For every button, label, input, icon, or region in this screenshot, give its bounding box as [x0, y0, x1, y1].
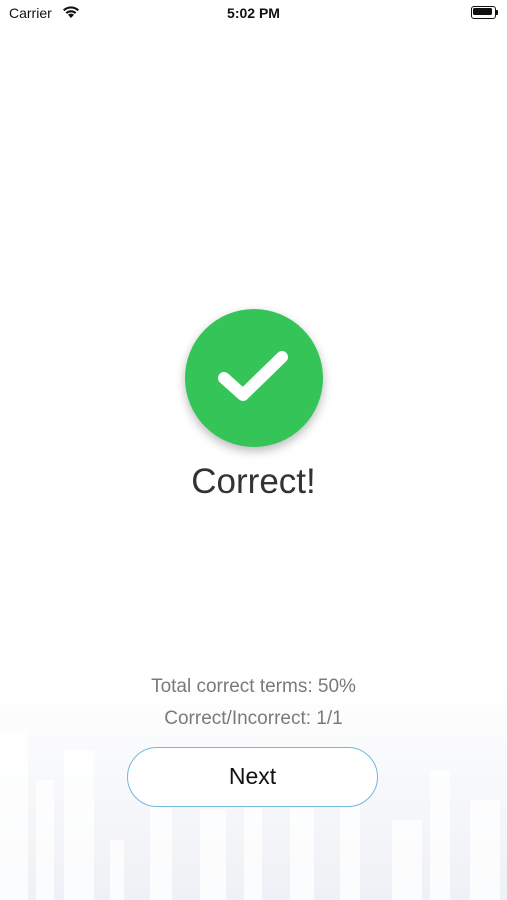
- correct-badge: [185, 309, 323, 447]
- next-button[interactable]: Next: [127, 747, 378, 807]
- checkmark-icon: [218, 351, 288, 401]
- correct-incorrect-stat: Correct/Incorrect: 1/1: [164, 708, 343, 729]
- total-correct-stat: Total correct terms: 50%: [151, 676, 356, 697]
- status-time: 5:02 PM: [227, 5, 280, 21]
- battery-icon: [471, 6, 498, 19]
- result-title: Correct!: [191, 462, 316, 501]
- status-bar: Carrier 5:02 PM: [0, 0, 507, 30]
